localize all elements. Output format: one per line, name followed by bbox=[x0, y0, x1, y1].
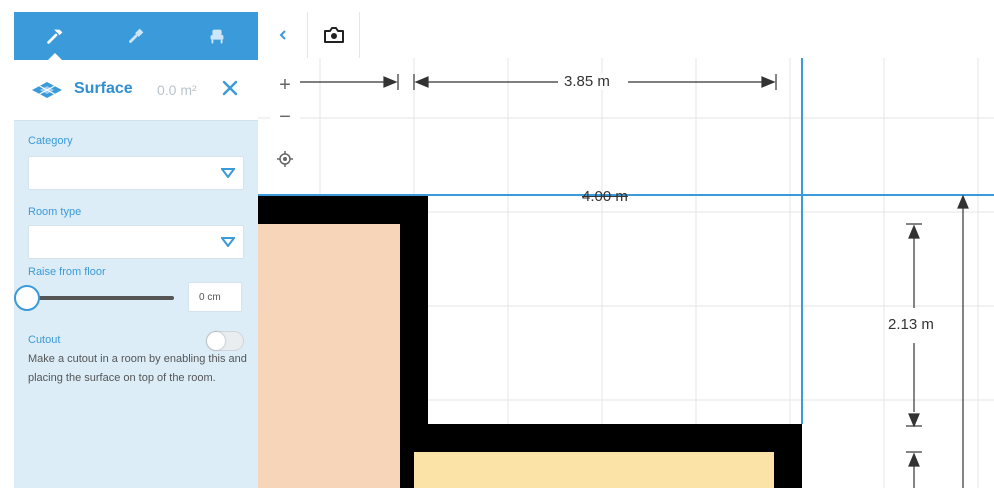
dimension-right-label: 2.13 m bbox=[886, 316, 936, 333]
raise-label: Raise from floor bbox=[28, 266, 106, 278]
dimension-wall-label: 4.00 m bbox=[582, 188, 628, 205]
surface-area-value: 0.0 m² bbox=[157, 82, 197, 98]
floorplan-canvas[interactable]: + − 3.85 m 4.00 m 2.13 m bbox=[258, 58, 994, 488]
raise-input[interactable]: 0 cm bbox=[188, 282, 242, 312]
room-yellow[interactable] bbox=[414, 452, 774, 488]
panel-title: Surface bbox=[74, 80, 133, 97]
zoom-out-button[interactable]: − bbox=[270, 102, 300, 132]
paintbrush-icon bbox=[128, 28, 143, 43]
category-label: Category bbox=[28, 135, 73, 147]
chevron-down-icon bbox=[221, 237, 235, 247]
top-strip bbox=[0, 0, 994, 12]
sidebar-tabbar bbox=[14, 12, 258, 60]
tab-paint[interactable] bbox=[95, 12, 176, 60]
armchair-icon bbox=[210, 29, 223, 44]
chevron-down-icon bbox=[221, 168, 235, 178]
surface-icon bbox=[32, 82, 62, 98]
toolbar bbox=[258, 12, 994, 59]
cutout-toggle-knob[interactable] bbox=[207, 332, 225, 350]
tab-furnish[interactable] bbox=[176, 12, 257, 60]
raise-slider-track[interactable] bbox=[28, 296, 174, 300]
raise-slider-handle[interactable] bbox=[14, 285, 40, 311]
floorplan-drawing bbox=[258, 58, 994, 488]
camera-icon bbox=[323, 27, 344, 43]
close-icon[interactable] bbox=[220, 78, 240, 98]
cutout-description: Make a cutout in a room by enabling this… bbox=[28, 353, 247, 384]
dimension-right bbox=[906, 223, 922, 488]
recenter-button[interactable] bbox=[270, 144, 300, 174]
zoom-in-button[interactable]: + bbox=[270, 70, 300, 100]
target-icon bbox=[277, 151, 293, 167]
category-select[interactable] bbox=[28, 156, 244, 190]
chevron-left-icon bbox=[279, 30, 286, 40]
tab-build[interactable] bbox=[14, 12, 95, 60]
hammer-icon bbox=[46, 29, 62, 44]
dimension-right-outer bbox=[957, 194, 969, 488]
room-type-label: Room type bbox=[28, 206, 82, 218]
room-type-select[interactable] bbox=[28, 225, 244, 259]
cutout-label: Cutout bbox=[28, 334, 61, 346]
camera-button[interactable] bbox=[308, 12, 360, 58]
back-button[interactable] bbox=[258, 12, 308, 58]
dimension-top-label: 3.85 m bbox=[562, 73, 612, 90]
dimension-top bbox=[288, 74, 777, 90]
room-peach[interactable] bbox=[258, 224, 400, 488]
